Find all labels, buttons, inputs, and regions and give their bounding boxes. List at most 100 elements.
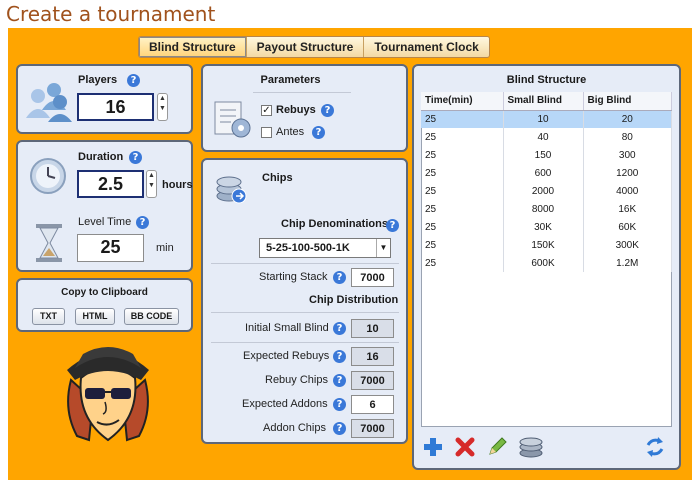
table-cell: 25 [421, 182, 504, 200]
expected-rebuys-value: 16 [351, 347, 394, 366]
table-cell: 150K [503, 236, 584, 254]
players-icon [26, 83, 72, 122]
initial-small-blind-help-icon[interactable]: ? [333, 322, 346, 335]
chips-divider-2 [211, 312, 399, 313]
chip-distribution-label: Chip Distribution [309, 294, 399, 306]
chip-denominations-help-icon[interactable]: ? [386, 219, 399, 232]
duration-stepper[interactable]: ▲ ▼ [146, 170, 157, 198]
table-cell: 25 [421, 164, 504, 182]
blind-structure-panel: Blind Structure Time(min) Small Blind Bi… [412, 64, 681, 470]
chips-panel: Chips Chip Denominations ? 5-25-100-500-… [201, 158, 408, 444]
table-row[interactable]: 25 8000 16K [421, 200, 672, 218]
players-help-icon[interactable]: ? [127, 74, 140, 87]
table-cell: 40 [503, 128, 584, 146]
parameters-divider [253, 92, 351, 93]
clipboard-title: Copy to Clipboard [61, 287, 148, 298]
tab-blind-structure[interactable]: Blind Structure [139, 37, 247, 57]
chip-stack-icon[interactable] [518, 436, 544, 458]
column-header-small-blind[interactable]: Small Blind [503, 92, 584, 111]
add-row-icon[interactable] [422, 436, 444, 458]
page-title: Create a tournament [6, 2, 216, 26]
tab-payout-structure[interactable]: Payout Structure [246, 37, 365, 57]
table-row[interactable]: 25 2000 4000 [421, 182, 672, 200]
addon-chips-value: 7000 [351, 419, 394, 438]
rebuys-checkbox[interactable]: ✓ [261, 105, 272, 116]
initial-small-blind-value: 10 [351, 319, 394, 338]
copy-html-button[interactable]: HTML [75, 308, 115, 325]
copy-bbcode-button[interactable]: BB CODE [124, 308, 179, 325]
table-row[interactable]: 25 600 1200 [421, 164, 672, 182]
column-header-time[interactable]: Time(min) [421, 92, 504, 111]
starting-stack-help-icon[interactable]: ? [333, 271, 346, 284]
antes-checkbox[interactable] [261, 127, 272, 138]
tournament-editor: Blind Structure Payout Structure Tournam… [8, 28, 692, 480]
level-time-label: Level Time [78, 216, 132, 228]
table-cell: 20 [583, 110, 672, 128]
table-cell: 1.2M [583, 254, 672, 272]
chips-divider-3 [211, 342, 399, 343]
addon-chips-help-icon[interactable]: ? [333, 422, 346, 435]
level-time-input[interactable]: 25 [77, 234, 144, 262]
chip-denominations-value: 5-25-100-500-1K [266, 242, 350, 254]
chevron-down-icon[interactable]: ▼ [376, 239, 390, 257]
players-input[interactable]: 16 [77, 93, 154, 121]
players-label: Players [78, 74, 118, 86]
table-cell: 1200 [583, 164, 672, 182]
clipboard-panel: Copy to Clipboard TXT HTML BB CODE [16, 278, 193, 332]
table-cell: 25 [421, 254, 504, 272]
rebuys-label: Rebuys [276, 104, 316, 116]
blind-structure-table: Time(min) Small Blind Big Blind 25 10 20 2… [421, 92, 672, 272]
level-time-help-icon[interactable]: ? [136, 216, 149, 229]
expected-rebuys-help-icon[interactable]: ? [333, 350, 346, 363]
expected-addons-help-icon[interactable]: ? [333, 398, 346, 411]
table-cell: 25 [421, 146, 504, 164]
delete-row-icon[interactable] [454, 436, 476, 458]
refresh-icon[interactable] [644, 436, 666, 458]
duration-label: Duration [78, 151, 124, 163]
level-time-unit: min [156, 242, 174, 254]
table-cell: 300 [583, 146, 672, 164]
duration-panel: Duration ? 2.5 ▲ ▼ hours Level Time ? 25 … [16, 140, 193, 272]
starting-stack-label: Starting Stack [259, 271, 328, 283]
table-row[interactable]: 25 150K 300K [421, 236, 672, 254]
column-header-big-blind[interactable]: Big Blind [583, 92, 672, 111]
rebuy-chips-value: 7000 [351, 371, 394, 390]
blind-structure-title: Blind Structure [506, 74, 587, 86]
duration-help-icon[interactable]: ? [129, 151, 142, 164]
antes-label: Antes [276, 126, 305, 138]
rebuy-chips-help-icon[interactable]: ? [333, 374, 346, 387]
table-cell: 25 [421, 218, 504, 236]
table-row[interactable]: 25 30K 60K [421, 218, 672, 236]
starting-stack-input[interactable]: 7000 [351, 268, 394, 287]
table-cell: 150 [503, 146, 584, 164]
table-header-row: Time(min) Small Blind Big Blind [421, 92, 672, 111]
tab-tournament-clock[interactable]: Tournament Clock [364, 37, 489, 57]
table-cell: 16K [583, 200, 672, 218]
settings-document-icon [214, 101, 251, 138]
rebuys-help-icon[interactable]: ? [321, 104, 334, 117]
table-row[interactable]: 25 40 80 [421, 128, 672, 146]
antes-help-icon[interactable]: ? [312, 126, 325, 139]
expected-addons-input[interactable]: 6 [351, 395, 394, 414]
players-stepper[interactable]: ▲ ▼ [157, 93, 168, 121]
chips-title: Chips [262, 172, 293, 184]
table-row[interactable]: 25 150 300 [421, 146, 672, 164]
mascot-image [67, 347, 149, 442]
table-cell: 60K [583, 218, 672, 236]
initial-small-blind-label: Initial Small Blind [245, 322, 329, 334]
table-cell: 2000 [503, 182, 584, 200]
tab-bar: Blind Structure Payout Structure Tournam… [138, 36, 490, 58]
chips-icon [216, 176, 247, 204]
table-row[interactable]: 25 600K 1.2M [421, 254, 672, 272]
duration-unit: hours [162, 179, 193, 191]
table-cell: 25 [421, 236, 504, 254]
table-cell: 8000 [503, 200, 584, 218]
table-row[interactable]: 25 10 20 [421, 110, 672, 128]
edit-pencil-icon[interactable] [486, 436, 508, 458]
rebuy-chips-label: Rebuy Chips [265, 374, 328, 386]
clock-icon [30, 158, 66, 194]
chip-denominations-select[interactable]: 5-25-100-500-1K ▼ [259, 238, 391, 258]
duration-input[interactable]: 2.5 [77, 170, 144, 198]
addon-chips-label: Addon Chips [263, 422, 326, 434]
copy-txt-button[interactable]: TXT [32, 308, 65, 325]
